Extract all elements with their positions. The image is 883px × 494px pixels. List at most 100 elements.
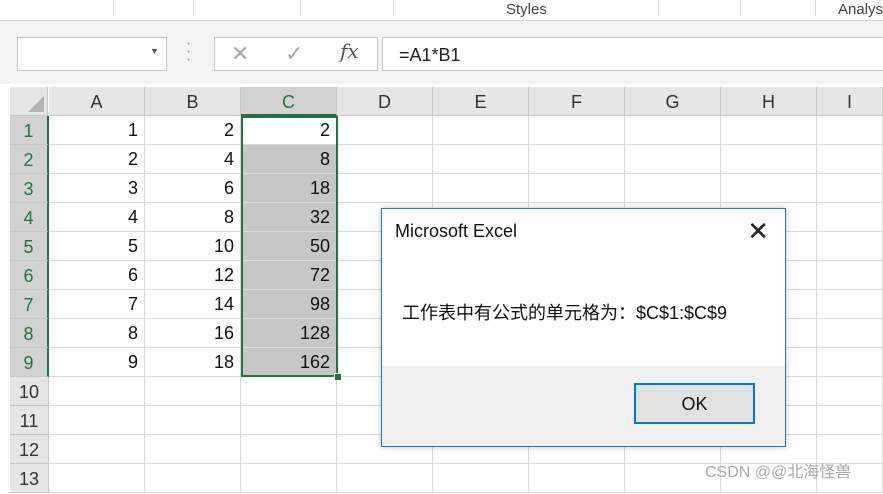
cell-a10[interactable]	[49, 377, 145, 406]
row-header-3[interactable]: 3	[10, 174, 49, 203]
cell-d13[interactable]	[337, 464, 433, 493]
cell-a13[interactable]	[49, 464, 145, 493]
row-header-11[interactable]: 11	[10, 406, 49, 435]
drag-handle-icon[interactable]: · · ·	[186, 36, 191, 68]
row-header-8[interactable]: 8	[10, 319, 49, 348]
ribbon-divider	[393, 0, 394, 16]
cell-b12[interactable]	[145, 435, 241, 464]
cell-h3[interactable]	[721, 174, 817, 203]
formula-input[interactable]: =A1*B1	[382, 37, 883, 71]
cell-a2[interactable]: 2	[49, 145, 145, 174]
cell-h1[interactable]	[721, 116, 817, 145]
cell-i7[interactable]	[817, 290, 883, 319]
row-header-13[interactable]: 13	[10, 464, 49, 493]
dialog-footer: OK	[382, 366, 785, 446]
cell-a11[interactable]	[49, 406, 145, 435]
cell-d2[interactable]	[337, 145, 433, 174]
cell-i4[interactable]	[817, 203, 883, 232]
column-header-e[interactable]: E	[433, 87, 529, 116]
ribbon-divider	[658, 0, 659, 16]
cell-f3[interactable]	[529, 174, 625, 203]
cell-i11[interactable]	[817, 406, 883, 435]
row-header-9[interactable]: 9	[10, 348, 49, 377]
cell-b2[interactable]: 4	[145, 145, 241, 174]
row-header-4[interactable]: 4	[10, 203, 49, 232]
column-header-d[interactable]: D	[337, 87, 433, 116]
row-header-6[interactable]: 6	[10, 261, 49, 290]
cell-a4[interactable]: 4	[49, 203, 145, 232]
column-header-c[interactable]: C	[241, 87, 337, 116]
dialog-title: Microsoft Excel	[395, 221, 518, 241]
cell-b5[interactable]: 10	[145, 232, 241, 261]
row-header-10[interactable]: 10	[10, 377, 49, 406]
ok-button[interactable]: OK	[634, 383, 755, 424]
column-header-b[interactable]: B	[145, 87, 241, 116]
cell-b9[interactable]: 18	[145, 348, 241, 377]
cell-d3[interactable]	[337, 174, 433, 203]
name-box[interactable]	[17, 37, 167, 71]
cell-i3[interactable]	[817, 174, 883, 203]
cell-c11[interactable]	[241, 406, 337, 435]
cell-c12[interactable]	[241, 435, 337, 464]
cell-a3[interactable]: 3	[49, 174, 145, 203]
cell-e1[interactable]	[433, 116, 529, 145]
cell-a9[interactable]: 9	[49, 348, 145, 377]
cell-b8[interactable]: 16	[145, 319, 241, 348]
cell-i5[interactable]	[817, 232, 883, 261]
row-header-2[interactable]: 2	[10, 145, 49, 174]
select-all-button[interactable]	[10, 87, 48, 116]
row-header-12[interactable]: 12	[10, 435, 49, 464]
cell-a8[interactable]: 8	[49, 319, 145, 348]
cell-e13[interactable]	[433, 464, 529, 493]
check-icon[interactable]: ✓	[285, 41, 303, 67]
ribbon-group-styles[interactable]: Styles	[506, 1, 547, 18]
close-icon[interactable]: ✕	[747, 217, 769, 245]
cell-i6[interactable]	[817, 261, 883, 290]
cell-g3[interactable]	[625, 174, 721, 203]
row-header-5[interactable]: 5	[10, 232, 49, 261]
cell-e2[interactable]	[433, 145, 529, 174]
cell-i1[interactable]	[817, 116, 883, 145]
ribbon-divider	[113, 0, 114, 16]
cell-g1[interactable]	[625, 116, 721, 145]
cell-f13[interactable]	[529, 464, 625, 493]
insert-function-icon[interactable]: fx	[340, 39, 359, 63]
cell-d1[interactable]	[337, 116, 433, 145]
cell-c13[interactable]	[241, 464, 337, 493]
row-header-7[interactable]: 7	[10, 290, 49, 319]
cell-a12[interactable]	[49, 435, 145, 464]
cell-b3[interactable]: 6	[145, 174, 241, 203]
cell-b6[interactable]: 12	[145, 261, 241, 290]
cell-b10[interactable]	[145, 377, 241, 406]
column-header-i[interactable]: I	[817, 87, 883, 116]
cell-a5[interactable]: 5	[49, 232, 145, 261]
cancel-icon[interactable]: ✕	[231, 41, 249, 67]
message-dialog: Microsoft Excel ✕ 工作表中有公式的单元格为：$C$1:$C$9…	[381, 208, 786, 447]
cell-i2[interactable]	[817, 145, 883, 174]
ribbon-group-analysis[interactable]: Analys	[838, 1, 883, 18]
cell-i10[interactable]	[817, 377, 883, 406]
cell-b1[interactable]: 2	[145, 116, 241, 145]
cell-h2[interactable]	[721, 145, 817, 174]
fill-handle[interactable]	[334, 373, 342, 381]
cell-c10[interactable]	[241, 377, 337, 406]
cell-i8[interactable]	[817, 319, 883, 348]
cell-i9[interactable]	[817, 348, 883, 377]
column-header-g[interactable]: G	[625, 87, 721, 116]
cell-a7[interactable]: 7	[49, 290, 145, 319]
cell-a1[interactable]: 1	[49, 116, 145, 145]
column-header-h[interactable]: H	[721, 87, 817, 116]
cell-e3[interactable]	[433, 174, 529, 203]
cell-b11[interactable]	[145, 406, 241, 435]
cell-f2[interactable]	[529, 145, 625, 174]
cell-a6[interactable]: 6	[49, 261, 145, 290]
cell-f1[interactable]	[529, 116, 625, 145]
cell-b13[interactable]	[145, 464, 241, 493]
cell-g2[interactable]	[625, 145, 721, 174]
column-header-f[interactable]: F	[529, 87, 625, 116]
cell-b4[interactable]: 8	[145, 203, 241, 232]
chevron-down-icon[interactable]: ▼	[150, 46, 159, 56]
column-header-a[interactable]: A	[49, 87, 145, 116]
row-header-1[interactable]: 1	[10, 116, 49, 145]
cell-b7[interactable]: 14	[145, 290, 241, 319]
